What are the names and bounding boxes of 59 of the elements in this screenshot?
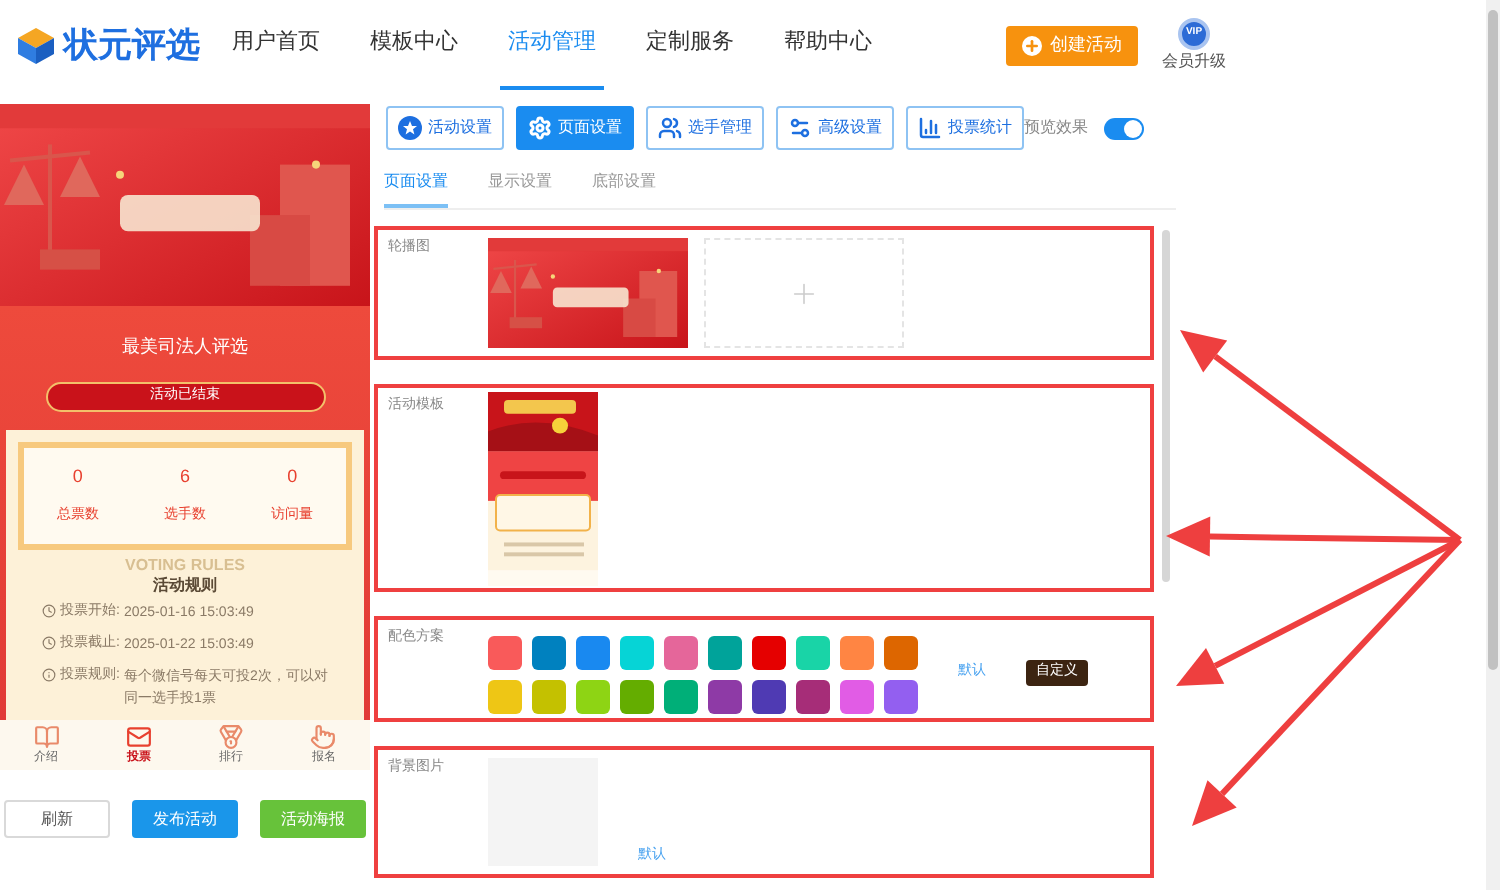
settings-tab[interactable]: 投票统计 <box>906 106 1024 150</box>
envelope-icon <box>125 723 152 749</box>
action-button[interactable]: 刷新 <box>4 800 110 838</box>
settings-tab[interactable]: 活动设置 <box>386 106 504 150</box>
stat-value: 6 <box>179 463 190 489</box>
preview-title: 最美司法人评选 <box>122 334 248 360</box>
color-swatch[interactable] <box>664 679 698 713</box>
vip-upgrade-label: 会员升级 <box>1162 49 1226 73</box>
preview-toggle-label: 预览效果 <box>1024 116 1088 140</box>
preview-toggle[interactable] <box>1104 117 1144 139</box>
nav-link[interactable]: 用户首页 <box>224 0 328 90</box>
cube-logo-icon <box>16 25 56 65</box>
stat-value: 0 <box>287 463 298 489</box>
color-swatch[interactable] <box>576 679 610 713</box>
color-swatch[interactable] <box>532 635 566 669</box>
info-icon <box>42 667 56 681</box>
color-swatch[interactable] <box>840 635 874 669</box>
color-swatch[interactable] <box>840 679 874 713</box>
medal-icon <box>218 723 245 749</box>
nav-link[interactable]: 模板中心 <box>362 0 466 90</box>
color-swatch[interactable] <box>884 635 918 669</box>
rules-watermark: VOTING RULES <box>124 557 245 573</box>
nav-link[interactable]: 活动管理 <box>500 0 604 90</box>
settings-icon <box>528 116 552 140</box>
color-swatch[interactable] <box>532 679 566 713</box>
book-icon <box>33 723 60 749</box>
hand-icon <box>310 723 337 749</box>
users-icon <box>658 116 682 140</box>
stat-value: 0 <box>72 463 83 489</box>
star-icon <box>398 116 422 140</box>
action-button[interactable]: 发布活动 <box>132 800 238 838</box>
bar-chart-icon <box>918 116 942 140</box>
sub-tab[interactable]: 底部设置 <box>592 170 656 208</box>
sliders-icon <box>788 116 812 140</box>
color-swatch[interactable] <box>796 679 830 713</box>
color-swatch[interactable] <box>884 679 918 713</box>
clock-icon <box>42 635 56 649</box>
sub-tab[interactable]: 显示设置 <box>488 170 552 208</box>
clock-icon <box>42 603 56 617</box>
color-swatch[interactable] <box>576 635 610 669</box>
color-swatch[interactable] <box>488 679 522 713</box>
color-swatch[interactable] <box>752 679 786 713</box>
color-swatch[interactable] <box>488 635 522 669</box>
settings-tab[interactable]: 选手管理 <box>646 106 764 150</box>
color-swatch[interactable] <box>796 635 830 669</box>
logo-text: 状元评选 <box>64 23 200 68</box>
sub-tab[interactable]: 页面设置 <box>384 170 448 208</box>
color-swatch[interactable] <box>620 679 654 713</box>
rules-title: 活动规则 <box>153 577 217 593</box>
color-swatch[interactable] <box>620 635 654 669</box>
color-swatch[interactable] <box>708 679 742 713</box>
nav-link[interactable]: 帮助中心 <box>776 0 880 90</box>
nav-link[interactable]: 定制服务 <box>638 0 742 90</box>
color-swatch[interactable] <box>708 635 742 669</box>
plus-icon <box>1022 35 1042 55</box>
color-swatch[interactable] <box>664 635 698 669</box>
settings-tab[interactable]: 高级设置 <box>776 106 894 150</box>
color-swatch[interactable] <box>752 635 786 669</box>
settings-tab[interactable]: 页面设置 <box>516 106 634 150</box>
